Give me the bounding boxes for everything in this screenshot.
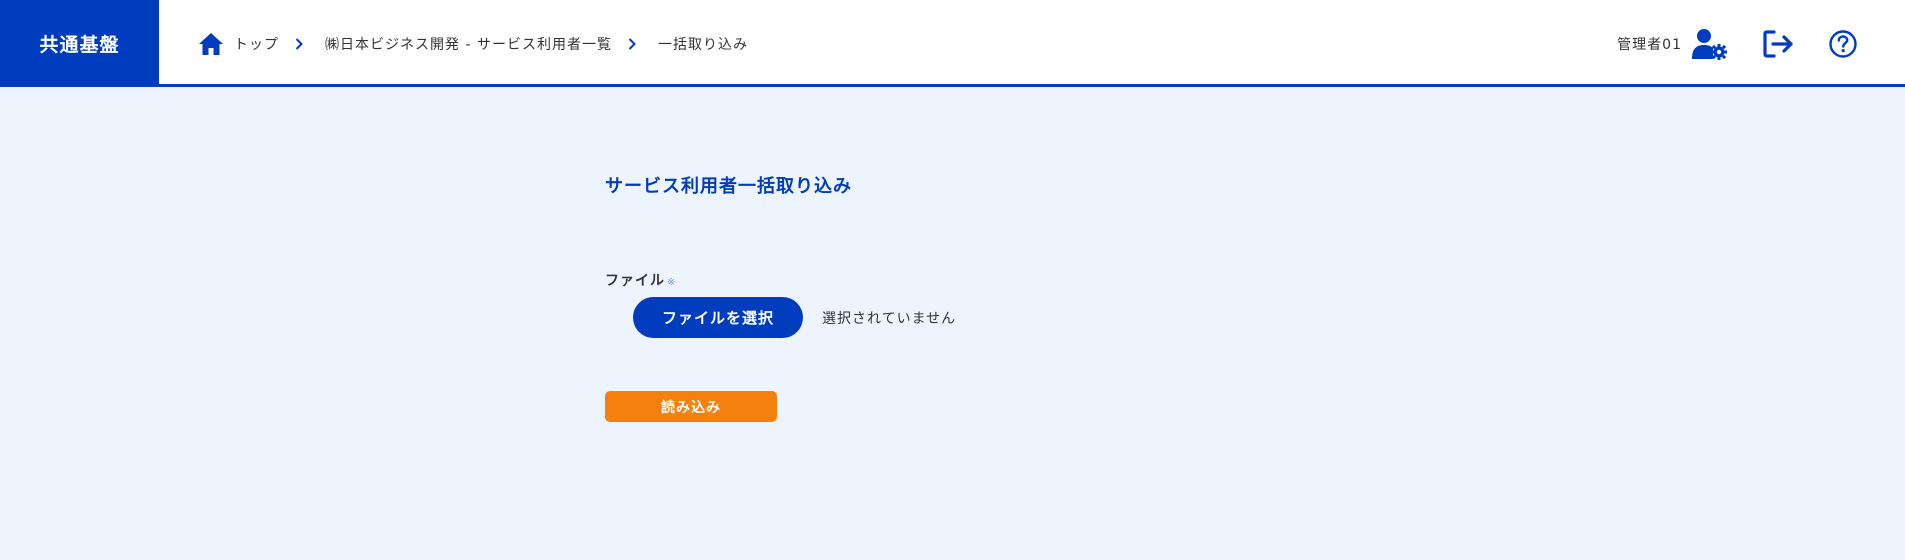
choose-file-button[interactable]: ファイルを選択 [633,297,803,338]
logout-icon[interactable] [1762,29,1796,59]
breadcrumb-item-top[interactable]: トップ [234,34,279,54]
file-field-label: ファイル ※ [605,270,676,290]
header-actions: 管理者01 [1617,0,1905,87]
breadcrumb: トップ ㈱日本ビジネス開発 - サービス利用者一覧 一括取り込み [198,30,748,58]
home-icon[interactable] [198,32,224,56]
main-content: サービス利用者一括取り込み ファイル ※ ファイルを選択 選択されていません 読み… [605,172,1305,422]
file-field-label-text: ファイル [605,273,665,289]
brand-logo[interactable]: 共通基盤 [0,0,159,87]
chevron-right-icon [293,37,305,51]
chevron-right-icon [626,37,638,51]
file-input-row: ファイルを選択 選択されていません [633,297,956,338]
question-circle-icon[interactable] [1828,29,1858,59]
file-selection-status: 選択されていません [822,310,957,327]
required-mark: ※ [667,277,677,288]
breadcrumb-item-bulk-import: 一括取り込み [657,37,748,53]
user-gear-icon[interactable] [1692,28,1728,60]
page-title: サービス利用者一括取り込み [605,176,852,197]
breadcrumb-item-service-user-list[interactable]: ㈱日本ビジネス開発 - サービス利用者一覧 [325,34,612,54]
user-name: 管理者01 [1617,36,1682,53]
load-button[interactable]: 読み込み [605,391,777,422]
app-header: 共通基盤 トップ ㈱日本ビジネス開発 - サービス利用者一覧 一括取り込み 管理… [0,0,1905,87]
